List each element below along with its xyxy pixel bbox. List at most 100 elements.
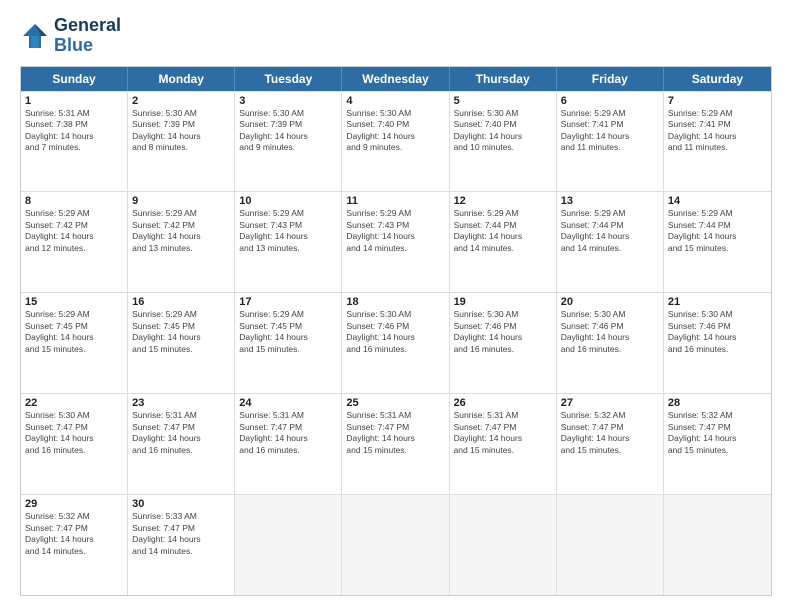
calendar-cell: 7Sunrise: 5:29 AM Sunset: 7:41 PM Daylig… (664, 92, 771, 192)
day-number: 23 (132, 397, 230, 409)
day-number: 24 (239, 397, 337, 409)
day-info: Sunrise: 5:29 AM Sunset: 7:44 PM Dayligh… (561, 208, 659, 254)
day-number: 21 (668, 296, 767, 308)
calendar-cell: 24Sunrise: 5:31 AM Sunset: 7:47 PM Dayli… (235, 394, 342, 494)
day-number: 3 (239, 95, 337, 107)
calendar-cell: 5Sunrise: 5:30 AM Sunset: 7:40 PM Daylig… (450, 92, 557, 192)
day-number: 28 (668, 397, 767, 409)
calendar-cell: 17Sunrise: 5:29 AM Sunset: 7:45 PM Dayli… (235, 293, 342, 393)
calendar-cell: 19Sunrise: 5:30 AM Sunset: 7:46 PM Dayli… (450, 293, 557, 393)
calendar-cell: 22Sunrise: 5:30 AM Sunset: 7:47 PM Dayli… (21, 394, 128, 494)
day-info: Sunrise: 5:29 AM Sunset: 7:42 PM Dayligh… (25, 208, 123, 254)
day-number: 4 (346, 95, 444, 107)
logo: GeneralBlue (20, 16, 121, 56)
calendar-cell: 6Sunrise: 5:29 AM Sunset: 7:41 PM Daylig… (557, 92, 664, 192)
header: GeneralBlue (20, 16, 772, 56)
header-cell-thursday: Thursday (450, 67, 557, 91)
calendar-cell: 29Sunrise: 5:32 AM Sunset: 7:47 PM Dayli… (21, 495, 128, 595)
day-info: Sunrise: 5:29 AM Sunset: 7:45 PM Dayligh… (132, 309, 230, 355)
calendar-cell: 30Sunrise: 5:33 AM Sunset: 7:47 PM Dayli… (128, 495, 235, 595)
calendar-cell: 23Sunrise: 5:31 AM Sunset: 7:47 PM Dayli… (128, 394, 235, 494)
calendar-cell: 27Sunrise: 5:32 AM Sunset: 7:47 PM Dayli… (557, 394, 664, 494)
day-number: 15 (25, 296, 123, 308)
day-info: Sunrise: 5:30 AM Sunset: 7:39 PM Dayligh… (239, 108, 337, 154)
day-number: 29 (25, 498, 123, 510)
calendar-cell: 4Sunrise: 5:30 AM Sunset: 7:40 PM Daylig… (342, 92, 449, 192)
calendar-cell (342, 495, 449, 595)
calendar-cell (664, 495, 771, 595)
calendar-cell: 15Sunrise: 5:29 AM Sunset: 7:45 PM Dayli… (21, 293, 128, 393)
calendar-cell (557, 495, 664, 595)
calendar-cell: 16Sunrise: 5:29 AM Sunset: 7:45 PM Dayli… (128, 293, 235, 393)
header-cell-friday: Friday (557, 67, 664, 91)
calendar-cell: 18Sunrise: 5:30 AM Sunset: 7:46 PM Dayli… (342, 293, 449, 393)
day-info: Sunrise: 5:31 AM Sunset: 7:38 PM Dayligh… (25, 108, 123, 154)
day-number: 13 (561, 195, 659, 207)
header-cell-tuesday: Tuesday (235, 67, 342, 91)
logo-icon (20, 21, 50, 51)
header-cell-saturday: Saturday (664, 67, 771, 91)
day-info: Sunrise: 5:30 AM Sunset: 7:40 PM Dayligh… (454, 108, 552, 154)
day-info: Sunrise: 5:29 AM Sunset: 7:44 PM Dayligh… (668, 208, 767, 254)
calendar: SundayMondayTuesdayWednesdayThursdayFrid… (20, 66, 772, 596)
day-number: 7 (668, 95, 767, 107)
day-info: Sunrise: 5:30 AM Sunset: 7:46 PM Dayligh… (668, 309, 767, 355)
day-info: Sunrise: 5:30 AM Sunset: 7:46 PM Dayligh… (454, 309, 552, 355)
day-info: Sunrise: 5:30 AM Sunset: 7:39 PM Dayligh… (132, 108, 230, 154)
day-info: Sunrise: 5:32 AM Sunset: 7:47 PM Dayligh… (668, 410, 767, 456)
day-number: 16 (132, 296, 230, 308)
calendar-week-2: 8Sunrise: 5:29 AM Sunset: 7:42 PM Daylig… (21, 191, 771, 292)
day-number: 30 (132, 498, 230, 510)
calendar-cell: 21Sunrise: 5:30 AM Sunset: 7:46 PM Dayli… (664, 293, 771, 393)
header-cell-sunday: Sunday (21, 67, 128, 91)
day-info: Sunrise: 5:31 AM Sunset: 7:47 PM Dayligh… (454, 410, 552, 456)
day-number: 5 (454, 95, 552, 107)
day-number: 1 (25, 95, 123, 107)
calendar-cell: 13Sunrise: 5:29 AM Sunset: 7:44 PM Dayli… (557, 192, 664, 292)
header-cell-wednesday: Wednesday (342, 67, 449, 91)
calendar-cell (450, 495, 557, 595)
day-info: Sunrise: 5:29 AM Sunset: 7:45 PM Dayligh… (239, 309, 337, 355)
day-info: Sunrise: 5:32 AM Sunset: 7:47 PM Dayligh… (561, 410, 659, 456)
calendar-cell: 3Sunrise: 5:30 AM Sunset: 7:39 PM Daylig… (235, 92, 342, 192)
calendar-header-row: SundayMondayTuesdayWednesdayThursdayFrid… (21, 67, 771, 91)
day-number: 6 (561, 95, 659, 107)
day-info: Sunrise: 5:29 AM Sunset: 7:43 PM Dayligh… (346, 208, 444, 254)
calendar-cell: 1Sunrise: 5:31 AM Sunset: 7:38 PM Daylig… (21, 92, 128, 192)
calendar-week-3: 15 Sunrise: 5:29 AM Sunset: 7:45 PM Dayli… (21, 292, 771, 393)
calendar-cell: 28Sunrise: 5:32 AM Sunset: 7:47 PM Dayli… (664, 394, 771, 494)
header-cell-monday: Monday (128, 67, 235, 91)
calendar-week-4: 22Sunrise: 5:30 AM Sunset: 7:47 PM Dayli… (21, 393, 771, 494)
day-number: 17 (239, 296, 337, 308)
calendar-week-1: 1Sunrise: 5:31 AM Sunset: 7:38 PM Daylig… (21, 91, 771, 192)
calendar-week-5: 29Sunrise: 5:32 AM Sunset: 7:47 PM Dayli… (21, 494, 771, 595)
day-info: Sunrise: 5:31 AM Sunset: 7:47 PM Dayligh… (239, 410, 337, 456)
day-number: 20 (561, 296, 659, 308)
day-info: Sunrise: 5:31 AM Sunset: 7:47 PM Dayligh… (346, 410, 444, 456)
day-number: 18 (346, 296, 444, 308)
calendar-cell: 8Sunrise: 5:29 AM Sunset: 7:42 PM Daylig… (21, 192, 128, 292)
day-number: 19 (454, 296, 552, 308)
day-info: Sunrise: 5:30 AM Sunset: 7:46 PM Dayligh… (561, 309, 659, 355)
page: GeneralBlue SundayMondayTuesdayWednesday… (0, 0, 792, 612)
day-number: 2 (132, 95, 230, 107)
day-info: Sunrise: 5:31 AM Sunset: 7:47 PM Dayligh… (132, 410, 230, 456)
calendar-cell: 11Sunrise: 5:29 AM Sunset: 7:43 PM Dayli… (342, 192, 449, 292)
calendar-cell: 20Sunrise: 5:30 AM Sunset: 7:46 PM Dayli… (557, 293, 664, 393)
day-number: 25 (346, 397, 444, 409)
day-number: 12 (454, 195, 552, 207)
calendar-cell: 14Sunrise: 5:29 AM Sunset: 7:44 PM Dayli… (664, 192, 771, 292)
day-number: 22 (25, 397, 123, 409)
day-info: Sunrise: 5:30 AM Sunset: 7:40 PM Dayligh… (346, 108, 444, 154)
day-info: Sunrise: 5:32 AM Sunset: 7:47 PM Dayligh… (25, 511, 123, 557)
calendar-cell: 10Sunrise: 5:29 AM Sunset: 7:43 PM Dayli… (235, 192, 342, 292)
day-number: 8 (25, 195, 123, 207)
day-info: Sunrise: 5:29 AM Sunset: 7:43 PM Dayligh… (239, 208, 337, 254)
day-info: Sunrise: 5:29 AM Sunset: 7:42 PM Dayligh… (132, 208, 230, 254)
day-number: 14 (668, 195, 767, 207)
calendar-cell: 2Sunrise: 5:30 AM Sunset: 7:39 PM Daylig… (128, 92, 235, 192)
day-number: 26 (454, 397, 552, 409)
day-number: 10 (239, 195, 337, 207)
calendar-cell: 12Sunrise: 5:29 AM Sunset: 7:44 PM Dayli… (450, 192, 557, 292)
calendar-cell: 25Sunrise: 5:31 AM Sunset: 7:47 PM Dayli… (342, 394, 449, 494)
